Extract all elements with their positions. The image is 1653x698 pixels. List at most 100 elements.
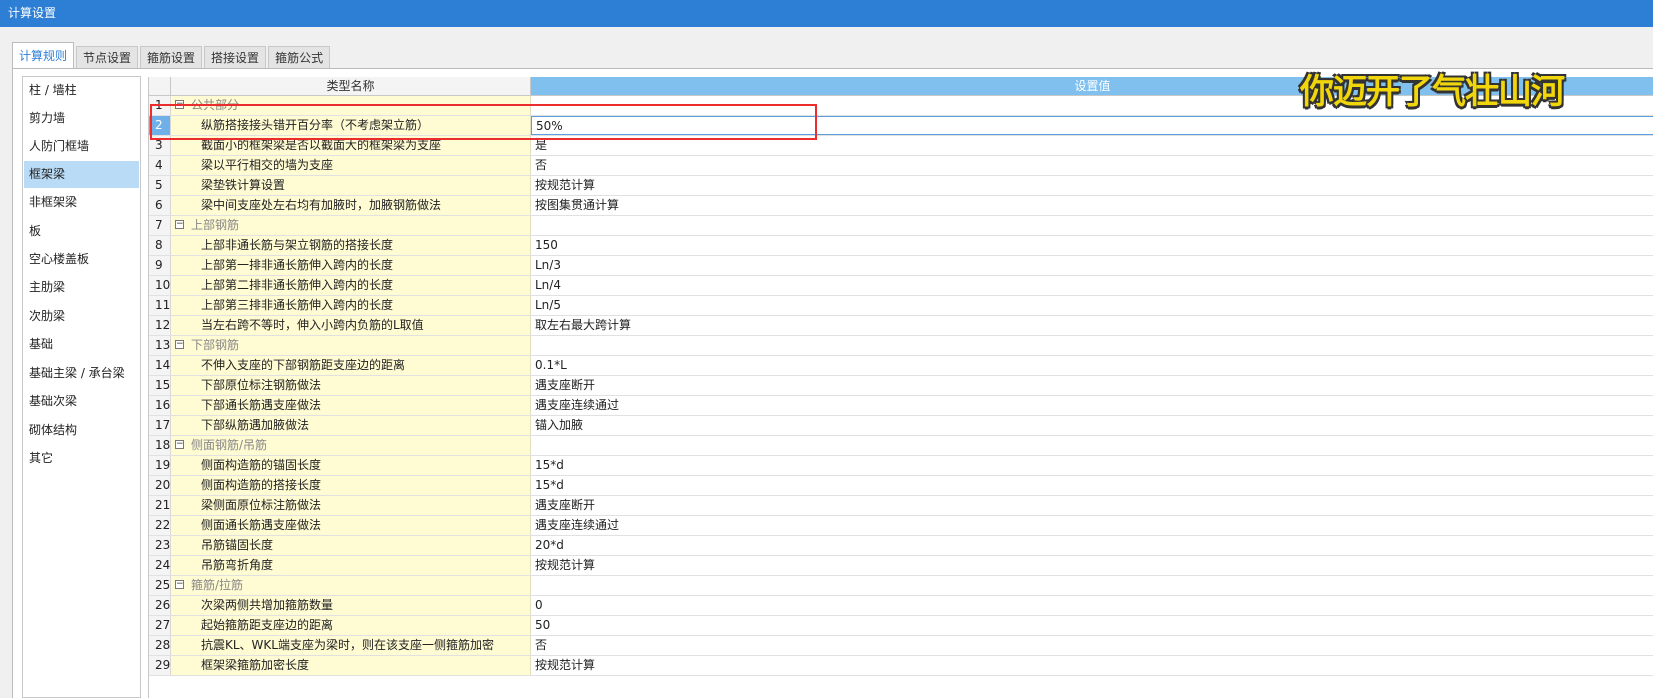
value-cell[interactable] bbox=[531, 436, 1653, 455]
value-cell[interactable]: 按规范计算 bbox=[531, 656, 1653, 675]
table-row[interactable]: 29 框架梁箍筋加密长度 按规范计算 bbox=[149, 656, 1653, 676]
table-row[interactable]: 20 侧面构造筋的搭接长度 15*d bbox=[149, 476, 1653, 496]
value-cell[interactable] bbox=[531, 96, 1653, 115]
sidebar-item-non-frame-beam[interactable]: 非框架梁 bbox=[24, 189, 139, 216]
group-label: 公共部分 bbox=[191, 98, 240, 112]
sidebar-item-main-rib-beam[interactable]: 主肋梁 bbox=[24, 274, 139, 301]
tab-calc-rules[interactable]: 计算规则 bbox=[12, 42, 75, 70]
table-row[interactable]: 12 当左右跨不等时，伸入小跨内负筋的L取值 取左右最大跨计算 bbox=[149, 316, 1653, 336]
sidebar-item-frame-beam[interactable]: 框架梁 bbox=[24, 161, 139, 188]
value-cell[interactable]: 遇支座断开 bbox=[531, 376, 1653, 395]
value-cell[interactable] bbox=[531, 576, 1653, 595]
table-row[interactable]: 10 上部第二排非通长筋伸入跨内的长度 Ln/4 bbox=[149, 276, 1653, 296]
value-cell[interactable]: 0 bbox=[531, 596, 1653, 615]
column-header-name[interactable]: 类型名称 bbox=[171, 77, 531, 96]
table-row[interactable]: 3 截面小的框架梁是否以截面大的框架梁为支座 是 bbox=[149, 136, 1653, 156]
name-cell: 上部第一排非通长筋伸入跨内的长度 bbox=[171, 256, 531, 275]
value-cell[interactable]: Ln/5 bbox=[531, 296, 1653, 315]
table-row[interactable]: 28 抗震KL、WKL端支座为梁时，则在该支座一侧箍筋加密 否 bbox=[149, 636, 1653, 656]
sidebar-item-masonry[interactable]: 砌体结构 bbox=[24, 417, 139, 444]
value-cell[interactable]: 是 bbox=[531, 136, 1653, 155]
value-cell[interactable]: 遇支座断开 bbox=[531, 496, 1653, 515]
sidebar-item-foundation-secondary-beam[interactable]: 基础次梁 bbox=[24, 388, 139, 415]
sidebar-item-other[interactable]: 其它 bbox=[24, 445, 139, 472]
value-cell[interactable]: 20*d bbox=[531, 536, 1653, 555]
grid-group-row[interactable]: 1− 公共部分 bbox=[149, 96, 1653, 116]
value-cell[interactable]: 遇支座连续通过 bbox=[531, 516, 1653, 535]
table-row[interactable]: 4 梁以平行相交的墙为支座 否 bbox=[149, 156, 1653, 176]
value-cell[interactable]: 否 bbox=[531, 156, 1653, 175]
table-row[interactable]: 23 吊筋锚固长度 20*d bbox=[149, 536, 1653, 556]
value-cell[interactable]: 按规范计算 bbox=[531, 556, 1653, 575]
collapse-icon[interactable]: − bbox=[175, 580, 184, 589]
table-row[interactable]: 21 梁侧面原位标注筋做法 遇支座断开 bbox=[149, 496, 1653, 516]
table-row[interactable]: 9 上部第一排非通长筋伸入跨内的长度 Ln/3 bbox=[149, 256, 1653, 276]
name-cell: 上部第二排非通长筋伸入跨内的长度 bbox=[171, 276, 531, 295]
value-cell[interactable] bbox=[531, 216, 1653, 235]
row-number: 4 bbox=[149, 156, 171, 175]
value-cell[interactable] bbox=[531, 336, 1653, 355]
value-cell[interactable]: 150 bbox=[531, 236, 1653, 255]
value-cell[interactable]: 否 bbox=[531, 636, 1653, 655]
value-cell[interactable]: 15*d bbox=[531, 456, 1653, 475]
sidebar-item-shear-wall[interactable]: 剪力墙 bbox=[24, 105, 139, 132]
value-cell[interactable]: 50% bbox=[531, 116, 1653, 135]
value-cell[interactable]: 15*d bbox=[531, 476, 1653, 495]
table-row[interactable]: 26 次梁两侧共增加箍筋数量 0 bbox=[149, 596, 1653, 616]
sidebar-item-foundation-main-beam[interactable]: 基础主梁 / 承台梁 bbox=[24, 360, 139, 387]
setting-label: 梁垫铁计算设置 bbox=[201, 178, 286, 192]
tab-lap-settings[interactable]: 搭接设置 bbox=[204, 46, 267, 69]
value-cell[interactable]: 遇支座连续通过 bbox=[531, 396, 1653, 415]
table-row[interactable]: 14 不伸入支座的下部钢筋距支座边的距离 0.1*L bbox=[149, 356, 1653, 376]
table-row[interactable]: 15 下部原位标注钢筋做法 遇支座断开 bbox=[149, 376, 1653, 396]
tab-stirrup-settings[interactable]: 箍筋设置 bbox=[140, 46, 203, 69]
table-row[interactable]: 22 侧面通长筋遇支座做法 遇支座连续通过 bbox=[149, 516, 1653, 536]
table-row[interactable]: 8 上部非通长筋与架立钢筋的搭接长度 150 bbox=[149, 236, 1653, 256]
row-number: 8 bbox=[149, 236, 171, 255]
table-row[interactable]: 27 起始箍筋距支座边的距离 50 bbox=[149, 616, 1653, 636]
value-cell[interactable]: 按规范计算 bbox=[531, 176, 1653, 195]
sidebar-item-slab[interactable]: 板 bbox=[24, 218, 139, 245]
table-row[interactable]: 6 梁中间支座处左右均有加腋时，加腋钢筋做法 按图集贯通计算 bbox=[149, 196, 1653, 216]
name-cell: 截面小的框架梁是否以截面大的框架梁为支座 bbox=[171, 136, 531, 155]
collapse-icon[interactable]: − bbox=[175, 440, 184, 449]
table-row[interactable]: 16 下部通长筋遇支座做法 遇支座连续通过 bbox=[149, 396, 1653, 416]
table-row[interactable]: 5 梁垫铁计算设置 按规范计算 bbox=[149, 176, 1653, 196]
setting-label: 上部第二排非通长筋伸入跨内的长度 bbox=[201, 278, 394, 292]
table-row[interactable]: 17 下部纵筋遇加腋做法 锚入加腋 bbox=[149, 416, 1653, 436]
value-cell[interactable]: 按图集贯通计算 bbox=[531, 196, 1653, 215]
value-cell[interactable]: Ln/3 bbox=[531, 256, 1653, 275]
setting-label: 上部第一排非通长筋伸入跨内的长度 bbox=[201, 258, 394, 272]
table-row[interactable]: 11 上部第三排非通长筋伸入跨内的长度 Ln/5 bbox=[149, 296, 1653, 316]
grid-group-row[interactable]: 25− 箍筋/拉筋 bbox=[149, 576, 1653, 596]
value-cell[interactable]: 取左右最大跨计算 bbox=[531, 316, 1653, 335]
value-cell[interactable]: 0.1*L bbox=[531, 356, 1653, 375]
table-row[interactable]: 24 吊筋弯折角度 按规范计算 bbox=[149, 556, 1653, 576]
collapse-icon[interactable]: − bbox=[175, 220, 184, 229]
collapse-icon[interactable]: − bbox=[175, 100, 184, 109]
grid-group-row[interactable]: 18− 侧面钢筋/吊筋 bbox=[149, 436, 1653, 456]
name-cell: 下部纵筋遇加腋做法 bbox=[171, 416, 531, 435]
value-cell[interactable]: 锚入加腋 bbox=[531, 416, 1653, 435]
row-number: 6 bbox=[149, 196, 171, 215]
table-row[interactable]: 19 侧面构造筋的锚固长度 15*d bbox=[149, 456, 1653, 476]
sidebar-item-column[interactable]: 柱 / 墙柱 bbox=[24, 77, 139, 104]
row-number: 17 bbox=[149, 416, 171, 435]
grid-group-row[interactable]: 13− 下部钢筋 bbox=[149, 336, 1653, 356]
table-row[interactable]: 2 纵筋搭接接头错开百分率（不考虑架立筋） 50% bbox=[149, 116, 1653, 136]
value-cell[interactable]: 50 bbox=[531, 616, 1653, 635]
grid-group-row[interactable]: 7− 上部钢筋 bbox=[149, 216, 1653, 236]
tab-node-settings[interactable]: 节点设置 bbox=[76, 46, 139, 69]
settings-grid: 类型名称 设置值 1− 公共部分 2 纵筋搭接接头错开百分率（不考虑架立筋） 50% 3 截… bbox=[148, 77, 1653, 698]
tab-stirrup-formula[interactable]: 箍筋公式 bbox=[268, 46, 331, 69]
sidebar-item-secondary-rib-beam[interactable]: 次肋梁 bbox=[24, 303, 139, 330]
sidebar-item-foundation[interactable]: 基础 bbox=[24, 331, 139, 358]
group-cell: − 箍筋/拉筋 bbox=[171, 576, 531, 595]
value-cell[interactable]: Ln/4 bbox=[531, 276, 1653, 295]
sidebar-item-hollow-slab[interactable]: 空心楼盖板 bbox=[24, 246, 139, 273]
sidebar-item-civil-defense-wall[interactable]: 人防门框墙 bbox=[24, 133, 139, 160]
name-cell: 抗震KL、WKL端支座为梁时，则在该支座一侧箍筋加密 bbox=[171, 636, 531, 655]
column-header-value[interactable]: 设置值 bbox=[531, 77, 1653, 96]
collapse-icon[interactable]: − bbox=[175, 340, 184, 349]
name-cell: 吊筋弯折角度 bbox=[171, 556, 531, 575]
